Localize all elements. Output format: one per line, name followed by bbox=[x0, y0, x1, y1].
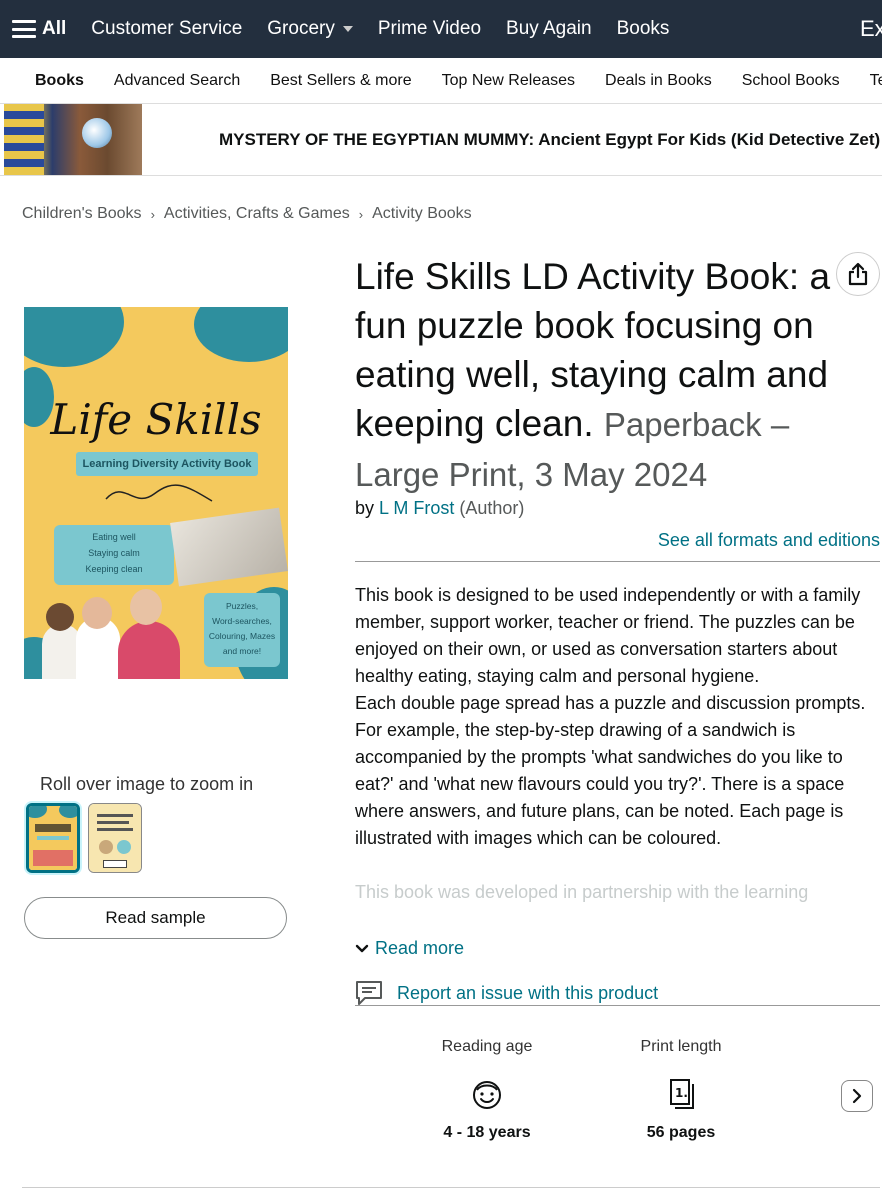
hamburger-icon bbox=[12, 20, 36, 38]
subnav-best-sellers[interactable]: Best Sellers & more bbox=[270, 72, 411, 90]
nav-grocery[interactable]: Grocery bbox=[267, 18, 353, 40]
subnav-books[interactable]: Books bbox=[35, 72, 84, 90]
divider bbox=[355, 1005, 880, 1006]
report-speech-bubble-icon bbox=[356, 981, 382, 1005]
cover-photo-people bbox=[34, 585, 184, 679]
cover-activity: and more! bbox=[222, 646, 262, 656]
all-label: All bbox=[42, 18, 67, 39]
banner-title: MYSTERY OF THE EGYPTIAN MUMMY: Ancient E… bbox=[219, 130, 881, 149]
cover-blob bbox=[194, 307, 288, 362]
nav-prime-video[interactable]: Prime Video bbox=[378, 18, 481, 40]
product-cover-image[interactable]: Life Skills Learning Diversity Activity … bbox=[24, 307, 288, 679]
chevron-right-icon: › bbox=[150, 206, 155, 222]
chevron-right-icon bbox=[852, 1088, 862, 1104]
cover-photo-hand bbox=[170, 507, 288, 587]
attribute-reading-age: Reading age 4 - 18 years bbox=[407, 1038, 567, 1142]
divider bbox=[355, 561, 880, 562]
description-paragraph: Each double page spread has a puzzle and… bbox=[355, 693, 866, 848]
divider bbox=[22, 1187, 880, 1188]
all-menu-button[interactable]: All bbox=[12, 18, 66, 40]
cover-topic: Eating well bbox=[92, 532, 136, 542]
face-icon bbox=[469, 1076, 505, 1112]
breadcrumb: Children's Books › Activities, Crafts & … bbox=[22, 205, 472, 223]
book-pages-icon: 1. bbox=[663, 1076, 699, 1112]
cover-blob bbox=[24, 307, 124, 367]
breadcrumb-item[interactable]: Activities, Crafts & Games bbox=[164, 205, 350, 223]
nav-grocery-label: Grocery bbox=[267, 18, 335, 39]
attribute-label: Reading age bbox=[441, 1038, 533, 1055]
cover-subtitle: Learning Diversity Activity Book bbox=[76, 452, 258, 476]
author-role: (Author) bbox=[459, 498, 525, 518]
svg-text:1.: 1. bbox=[675, 1086, 688, 1100]
byline: by L M Frost (Author) bbox=[355, 498, 524, 519]
byline-prefix: by bbox=[355, 498, 375, 518]
share-icon bbox=[848, 262, 868, 286]
sponsored-banner[interactable]: MYSTERY OF THE EGYPTIAN MUMMY: Ancient E… bbox=[0, 104, 882, 176]
subnav-truncated[interactable]: Te bbox=[870, 72, 882, 90]
share-button[interactable] bbox=[836, 252, 880, 296]
attribute-value: 4 - 18 years bbox=[443, 1124, 531, 1141]
read-more-label: Read more bbox=[375, 938, 465, 958]
subnav-top-new-releases[interactable]: Top New Releases bbox=[442, 72, 575, 90]
attributes-next-button[interactable] bbox=[841, 1080, 873, 1112]
nav-books[interactable]: Books bbox=[617, 18, 670, 40]
product-title: Life Skills LD Activity Book: a fun puzz… bbox=[355, 252, 880, 499]
banner-image bbox=[4, 104, 142, 175]
chevron-down-icon bbox=[355, 944, 369, 952]
nav-customer-service[interactable]: Customer Service bbox=[91, 18, 242, 40]
cover-swirl bbox=[105, 484, 213, 502]
read-sample-button[interactable]: Read sample bbox=[24, 897, 287, 939]
books-subnav: Books Advanced Search Best Sellers & mor… bbox=[0, 58, 882, 104]
description-paragraph-faded: This book was developed in partnership w… bbox=[355, 882, 809, 902]
subnav-advanced-search[interactable]: Advanced Search bbox=[114, 72, 240, 90]
cover-activity: Word-searches, bbox=[212, 616, 272, 626]
cover-activity: Colouring, Mazes bbox=[208, 631, 276, 641]
attribute-label: Print length bbox=[640, 1038, 722, 1055]
subnav-school-books[interactable]: School Books bbox=[742, 72, 840, 90]
author-link[interactable]: L M Frost bbox=[379, 498, 454, 518]
nav-buy-again[interactable]: Buy Again bbox=[506, 18, 592, 40]
cover-activities-list: Puzzles, Word-searches, Colouring, Mazes… bbox=[204, 593, 280, 667]
top-nav: All Customer Service Grocery Prime Video… bbox=[0, 0, 882, 58]
report-issue-label: Report an issue with this product bbox=[397, 982, 659, 1003]
zoom-hint: Roll over image to zoom in bbox=[40, 774, 254, 794]
read-more-link[interactable]: Read more bbox=[355, 938, 464, 959]
report-issue-link[interactable]: Report an issue with this product bbox=[355, 980, 658, 1006]
attribute-value: 56 pages bbox=[646, 1124, 716, 1141]
thumbnail-cover[interactable] bbox=[26, 803, 80, 873]
nav-truncated-item[interactable]: Ex bbox=[860, 16, 882, 42]
subnav-deals[interactable]: Deals in Books bbox=[605, 72, 712, 90]
cover-activity: Puzzles, bbox=[225, 601, 259, 611]
chevron-right-icon: › bbox=[358, 206, 364, 222]
breadcrumb-item[interactable]: Activity Books bbox=[372, 205, 472, 223]
description-paragraph: This book is designed to be used indepen… bbox=[355, 585, 861, 686]
caret-down-icon bbox=[342, 26, 353, 32]
cover-topic: Staying calm bbox=[88, 548, 140, 558]
product-description: This book is designed to be used indepen… bbox=[355, 582, 882, 942]
see-all-formats-link[interactable]: See all formats and editions bbox=[658, 530, 880, 551]
cover-title: Life Skills bbox=[50, 395, 262, 444]
thumbnail-back-cover[interactable] bbox=[88, 803, 142, 873]
attribute-print-length: Print length 1. 56 pages bbox=[601, 1038, 761, 1142]
cover-topic: Keeping clean bbox=[85, 564, 143, 574]
cover-topic-list: Eating well Staying calm Keeping clean bbox=[54, 525, 174, 585]
breadcrumb-item[interactable]: Children's Books bbox=[22, 205, 142, 223]
